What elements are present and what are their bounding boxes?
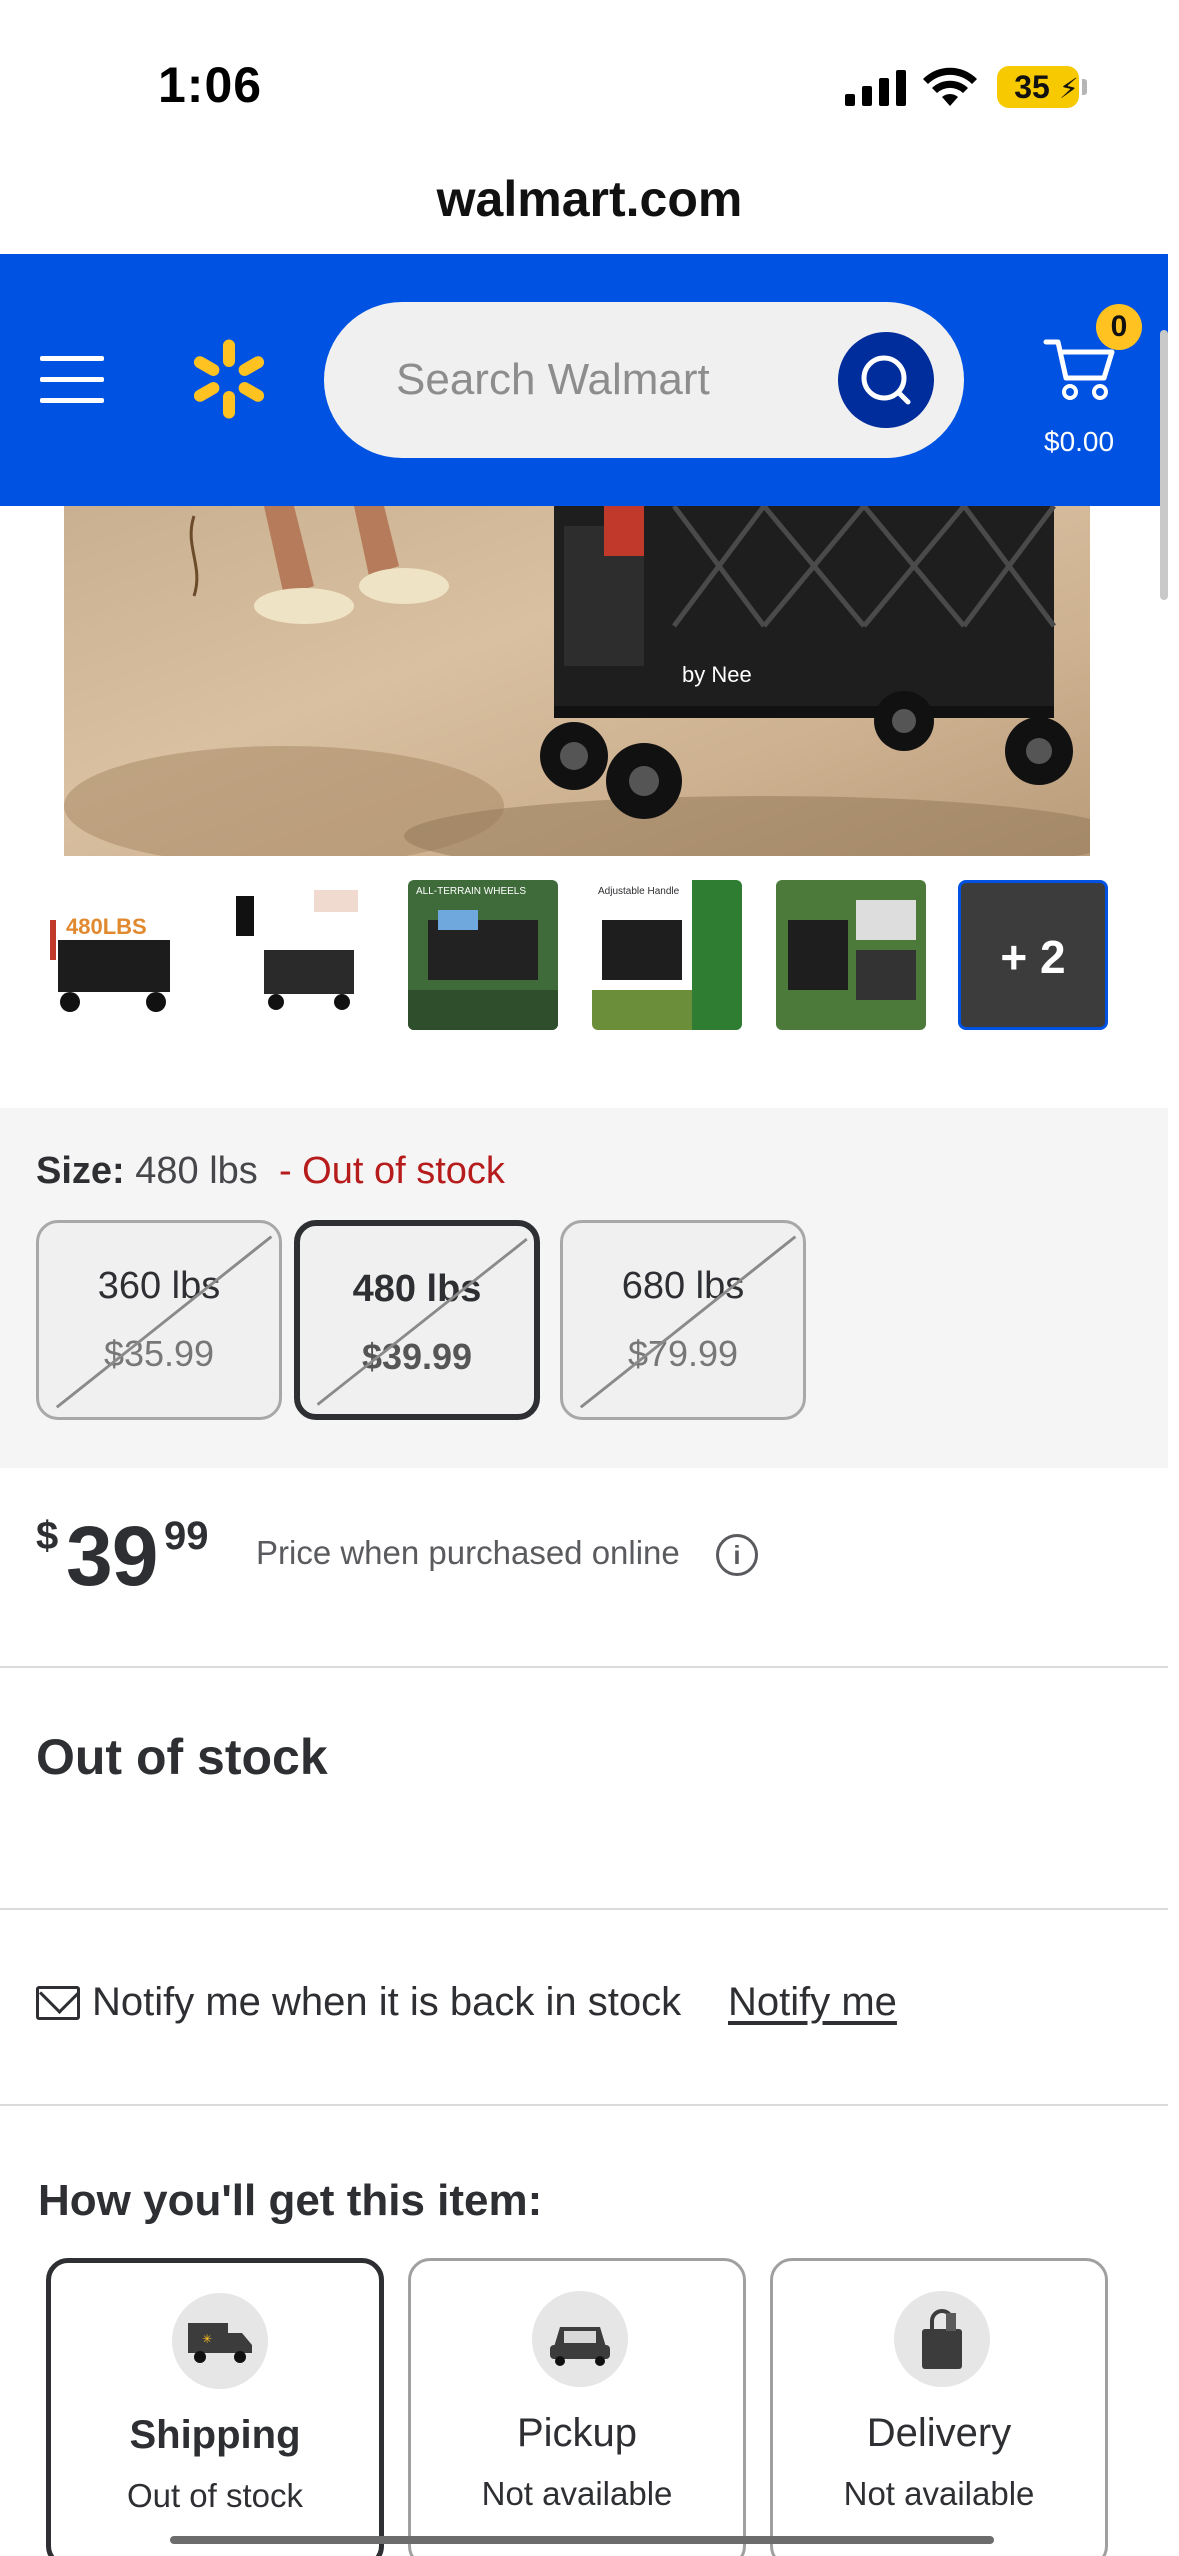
site-header: 0 $0.00 xyxy=(0,254,1168,506)
search-bar xyxy=(324,302,964,458)
walmart-spark-logo-icon[interactable] xyxy=(186,334,272,424)
thumbnail-label: ALL-TERRAIN WHEELS xyxy=(416,886,526,897)
cellular-signal-icon xyxy=(845,70,906,106)
fulfillment-shipping[interactable]: ✳ Shipping Out of stock xyxy=(46,2258,384,2556)
fulfillment-heading: How you'll get this item: xyxy=(38,2176,543,2225)
mail-icon xyxy=(36,1986,80,2020)
price-cents: 99 xyxy=(164,1514,209,1558)
product-photo: by Nee xyxy=(64,506,1090,856)
thumbnail-image xyxy=(776,880,926,1030)
bag-icon xyxy=(894,2291,990,2387)
fulfillment-title: Delivery xyxy=(866,2411,1012,2455)
search-input[interactable] xyxy=(396,350,816,410)
thumbnail-image: 480LBS xyxy=(40,880,190,1030)
size-option-480[interactable]: 480 lbs $39.99 xyxy=(294,1220,540,1420)
size-stock-status: - Out of stock xyxy=(278,1150,505,1192)
thumbnail-strip: 480LBS ALL-TERRAIN WHEELS Adjustable Han… xyxy=(40,880,1140,1036)
cart-total: $0.00 xyxy=(1044,426,1115,457)
size-option-680[interactable]: 680 lbs $79.99 xyxy=(560,1220,806,1420)
thumbnail-more-button[interactable]: + 2 xyxy=(958,880,1108,1030)
price-dollars: 39 xyxy=(66,1509,158,1603)
status-time: 1:06 xyxy=(158,57,263,113)
unavailable-strike-icon xyxy=(55,1235,273,1409)
thumbnail-4[interactable]: Adjustable Handle xyxy=(592,880,742,1030)
cart-count-badge: 0 xyxy=(1096,304,1142,350)
browser-url[interactable]: walmart.com xyxy=(0,170,1179,228)
home-indicator[interactable] xyxy=(170,2536,994,2544)
availability-heading: Out of stock xyxy=(36,1729,328,1785)
size-selector: Size: 480 lbs - Out of stock 360 lbs $35… xyxy=(0,1108,1168,1468)
price-currency: $ xyxy=(36,1514,59,1558)
car-icon xyxy=(532,2291,628,2387)
product-watermark: by Nee xyxy=(682,662,752,687)
truck-icon: ✳ xyxy=(172,2293,268,2389)
divider xyxy=(0,1908,1168,1910)
unavailable-strike-icon xyxy=(316,1238,528,1406)
fulfillment-title: Pickup xyxy=(516,2411,638,2455)
wifi-icon xyxy=(923,67,977,106)
thumbnail-2[interactable] xyxy=(224,880,374,1030)
search-button[interactable] xyxy=(838,332,934,428)
svg-text:✳: ✳ xyxy=(202,2332,212,2346)
thumbnail-5[interactable] xyxy=(776,880,926,1030)
size-label: Size: xyxy=(36,1150,125,1192)
fulfillment-status: Not available xyxy=(481,2475,673,2512)
thumbnail-more-label: + 2 xyxy=(1000,931,1066,983)
fulfillment-delivery[interactable]: Delivery Not available xyxy=(770,2258,1108,2556)
size-option-360[interactable]: 360 lbs $35.99 xyxy=(36,1220,282,1420)
price-note: Price when purchased online xyxy=(256,1534,680,1571)
notify-row: Notify me when it is back in stock Notif… xyxy=(36,1978,1136,2038)
divider xyxy=(0,1666,1168,1668)
unavailable-strike-icon xyxy=(579,1235,797,1409)
battery-level: 35 xyxy=(1014,69,1050,105)
thumbnail-label: 480LBS xyxy=(66,914,147,939)
search-icon xyxy=(861,355,911,405)
status-bar: 1:06 35 ⚡ xyxy=(0,0,1179,150)
fulfillment-status: Not available xyxy=(843,2475,1035,2512)
fulfillment-pickup[interactable]: Pickup Not available xyxy=(408,2258,746,2556)
charging-bolt-icon: ⚡ xyxy=(1059,73,1079,104)
notify-text: Notify me when it is back in stock xyxy=(92,1980,682,2024)
hamburger-menu-icon[interactable] xyxy=(40,356,104,404)
page-scrollbar[interactable] xyxy=(1160,330,1168,600)
product-hero-image[interactable]: by Nee xyxy=(64,506,1090,856)
thumbnail-1[interactable]: 480LBS xyxy=(40,880,190,1030)
fulfillment-title: Shipping xyxy=(129,2413,301,2457)
divider xyxy=(0,2104,1168,2106)
thumbnail-label: Adjustable Handle xyxy=(598,886,680,897)
size-summary: Size: 480 lbs - Out of stock xyxy=(36,1150,505,1193)
battery-icon: 35 ⚡ xyxy=(997,66,1087,108)
thumbnail-3[interactable]: ALL-TERRAIN WHEELS xyxy=(408,880,558,1030)
info-icon[interactable]: i xyxy=(716,1534,758,1576)
size-value: 480 lbs xyxy=(135,1150,258,1192)
thumbnail-image xyxy=(224,880,374,1030)
thumbnail-image: Adjustable Handle xyxy=(592,880,742,1030)
thumbnail-image: ALL-TERRAIN WHEELS xyxy=(408,880,558,1030)
cart-button[interactable]: 0 $0.00 xyxy=(1040,304,1160,464)
fulfillment-status: Out of stock xyxy=(126,2477,304,2514)
notify-me-link[interactable]: Notify me xyxy=(728,1980,897,2025)
